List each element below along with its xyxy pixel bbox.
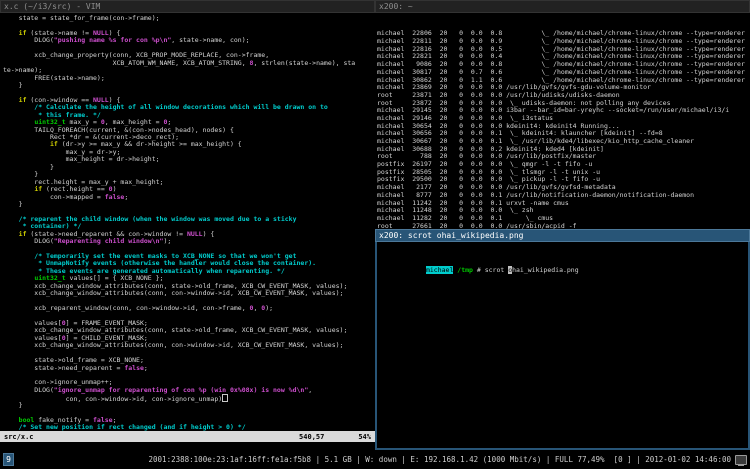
terminal-window-process-list: x200: ~ michael 22806 20 0 0.0 0.8 \_ /h… [375, 0, 750, 229]
vim-window-titlebar[interactable]: x.c (~/i3/src) - VIM [0, 0, 375, 13]
i3status-bar: 2001:2388:100e:23:1af:16ff:fe1a:f5b8 | 5… [149, 455, 747, 465]
vim-statusline-filename: src/x.c [4, 433, 34, 441]
process-list: michael 22806 20 0 0.0 0.8 \_ /home/mich… [377, 30, 750, 229]
terminal-bottom-titlebar[interactable]: x200: scrot ohai_wikipedia.png [375, 229, 750, 242]
status-text: 2001:2388:100e:23:1af:16ff:fe1a:f5b8 | 5… [149, 455, 731, 464]
i3-desktop: x.c (~/i3/src) - VIM state = state_for_f… [0, 0, 750, 469]
vim-buffer[interactable]: state = state_for_frame(con->frame); if … [0, 13, 375, 431]
vim-window: x.c (~/i3/src) - VIM state = state_for_f… [0, 0, 375, 450]
prompt-cwd: /tmp [457, 266, 473, 274]
vim-scroll-percent: 54% [358, 433, 371, 441]
right-column: x200: ~ michael 22806 20 0 0.0 0.8 \_ /h… [375, 0, 750, 450]
terminal-window-scrot: x200: scrot ohai_wikipedia.png michael /… [375, 229, 750, 450]
vim-commandline [0, 442, 375, 450]
prompt-symbol: # [473, 266, 485, 274]
shell-prompt-bottom: michael /tmp # scrot ohai_wikipedia.png [379, 259, 748, 267]
typed-command: scrot [485, 266, 508, 274]
workspace-button-9[interactable]: 9 [3, 453, 14, 466]
i3bar: 9 2001:2388:100e:23:1af:16ff:fe1a:f5b8 |… [0, 450, 750, 469]
terminal-top-content[interactable]: michael 22806 20 0 0.0 0.8 \_ /home/mich… [375, 13, 750, 229]
vim-statusline: src/x.c 540,57 54% [0, 431, 375, 442]
vim-cursor-position: 540,57 [299, 433, 324, 441]
terminal-bottom-content[interactable]: michael /tmp # scrot ohai_wikipedia.png [375, 242, 750, 450]
typed-command-rest: hai_wikipedia.png [512, 266, 579, 274]
terminal-top-titlebar[interactable]: x200: ~ [375, 0, 750, 13]
workspace-9: x.c (~/i3/src) - VIM state = state_for_f… [0, 0, 750, 450]
vim-pane[interactable]: state = state_for_frame(con->frame); if … [0, 13, 375, 450]
prompt-username: michael [426, 266, 453, 274]
display-icon [735, 455, 747, 465]
